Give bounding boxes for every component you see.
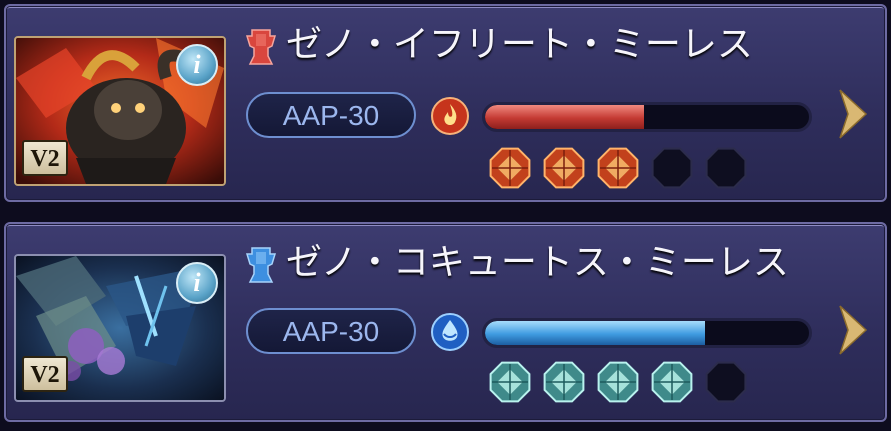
progress-fill — [485, 321, 706, 345]
uncap-gem-empty — [705, 147, 747, 189]
trophy-icon — [245, 247, 277, 283]
summon-card-cocytus[interactable]: i V2 ゼノ・コキュートス・ミーレス AAP-30 — [4, 222, 887, 422]
progress-bar — [482, 102, 812, 132]
summon-name: ゼノ・イフリート・ミーレス — [286, 24, 753, 65]
aap-level-badge: AAP-30 — [246, 92, 416, 138]
trophy-icon — [245, 29, 277, 65]
uncap-gems — [486, 144, 756, 196]
uncap-gem-filled — [543, 147, 585, 189]
progress-fill — [485, 105, 644, 129]
summon-portrait[interactable]: i V2 — [14, 36, 226, 186]
summon-portrait[interactable]: i V2 — [14, 254, 226, 402]
uncap-gem-filled — [489, 147, 531, 189]
uncap-gem-filled — [651, 361, 693, 403]
water-element-icon — [431, 313, 469, 351]
summon-name: ゼノ・コキュートス・ミーレス — [286, 242, 789, 283]
info-icon[interactable]: i — [176, 262, 218, 304]
uncap-gem-filled — [489, 361, 531, 403]
uncap-gems — [486, 358, 756, 410]
uncap-gem-empty — [651, 147, 693, 189]
info-icon[interactable]: i — [176, 44, 218, 86]
version-badge: V2 — [22, 140, 68, 176]
summon-card-ifrit[interactable]: i V2 ゼノ・イフリート・ミーレス AAP-30 — [4, 4, 887, 202]
chevron-right-icon[interactable] — [836, 86, 870, 142]
fire-element-icon — [431, 97, 469, 135]
chevron-right-icon[interactable] — [836, 302, 870, 358]
uncap-gem-filled — [597, 147, 639, 189]
aap-level-badge: AAP-30 — [246, 308, 416, 354]
uncap-gem-filled — [597, 361, 639, 403]
uncap-gem-filled — [543, 361, 585, 403]
uncap-gem-empty — [705, 361, 747, 403]
progress-bar — [482, 318, 812, 348]
version-badge: V2 — [22, 356, 68, 392]
